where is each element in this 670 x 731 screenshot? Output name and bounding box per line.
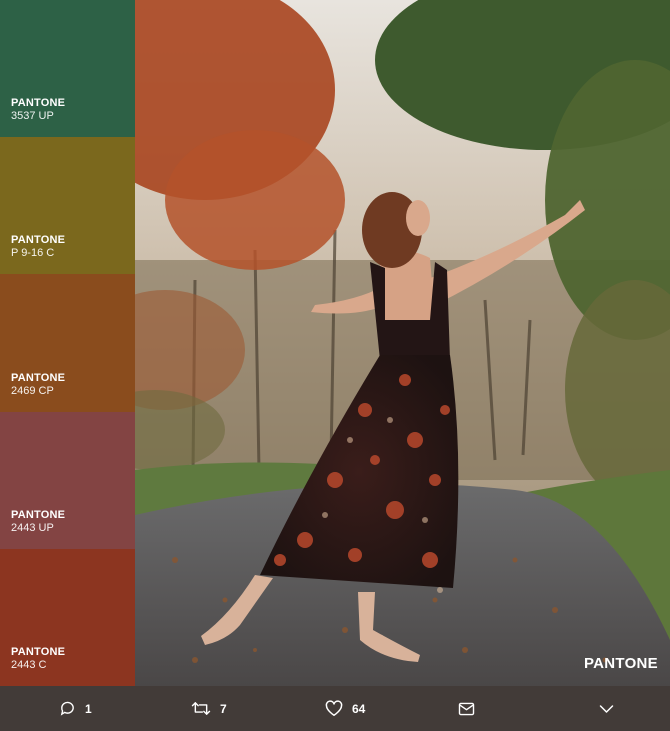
retweet-count: 7 (220, 701, 227, 716)
direct-message-button[interactable] (458, 686, 475, 731)
tweet-media-card: PANTONE 3537 UP PANTONE P 9-16 C PANTONE 24… (0, 0, 670, 731)
like-count: 64 (352, 701, 366, 716)
swatch-brand: PANTONE (11, 234, 66, 247)
more-options-button[interactable] (599, 686, 614, 731)
swatch-3: PANTONE 2469 CP (0, 274, 135, 412)
pantone-swatch-column: PANTONE 3537 UP PANTONE P 9-16 C PANTONE 24… (0, 0, 135, 687)
chevron-down-icon (599, 704, 614, 714)
like-button[interactable]: 64 (325, 686, 365, 731)
swatch-4: PANTONE 2443 UP (0, 411, 135, 549)
heart-icon (325, 700, 343, 717)
swatch-2: PANTONE P 9-16 C (0, 137, 135, 275)
retweet-button[interactable]: 7 (191, 686, 227, 731)
swatch-brand: PANTONE (11, 97, 66, 110)
swatch-brand: PANTONE (11, 646, 66, 659)
swatch-code: 2469 CP (11, 384, 54, 397)
swatch-5: PANTONE 2443 C (0, 548, 135, 687)
swatch-code: P 9-16 C (11, 247, 55, 260)
swatch-1: PANTONE 3537 UP (0, 0, 135, 138)
pantone-logo: PANTONE (583, 655, 658, 672)
swatch-code: 2443 C (11, 659, 47, 672)
swatch-code: 3537 UP (11, 110, 54, 123)
swatch-brand: PANTONE (11, 508, 66, 521)
envelope-icon (458, 702, 475, 716)
ballerina-photo[interactable]: PANTONE (135, 0, 670, 686)
reply-icon (59, 700, 76, 717)
reply-count: 1 (85, 701, 92, 716)
tweet-action-bar: 1 7 64 (0, 686, 670, 731)
reply-button[interactable]: 1 (59, 686, 92, 731)
swatch-brand: PANTONE (11, 371, 66, 384)
retweet-icon (191, 700, 211, 717)
autumn-ballerina-image (135, 0, 670, 686)
swatch-code: 2443 UP (11, 521, 54, 534)
